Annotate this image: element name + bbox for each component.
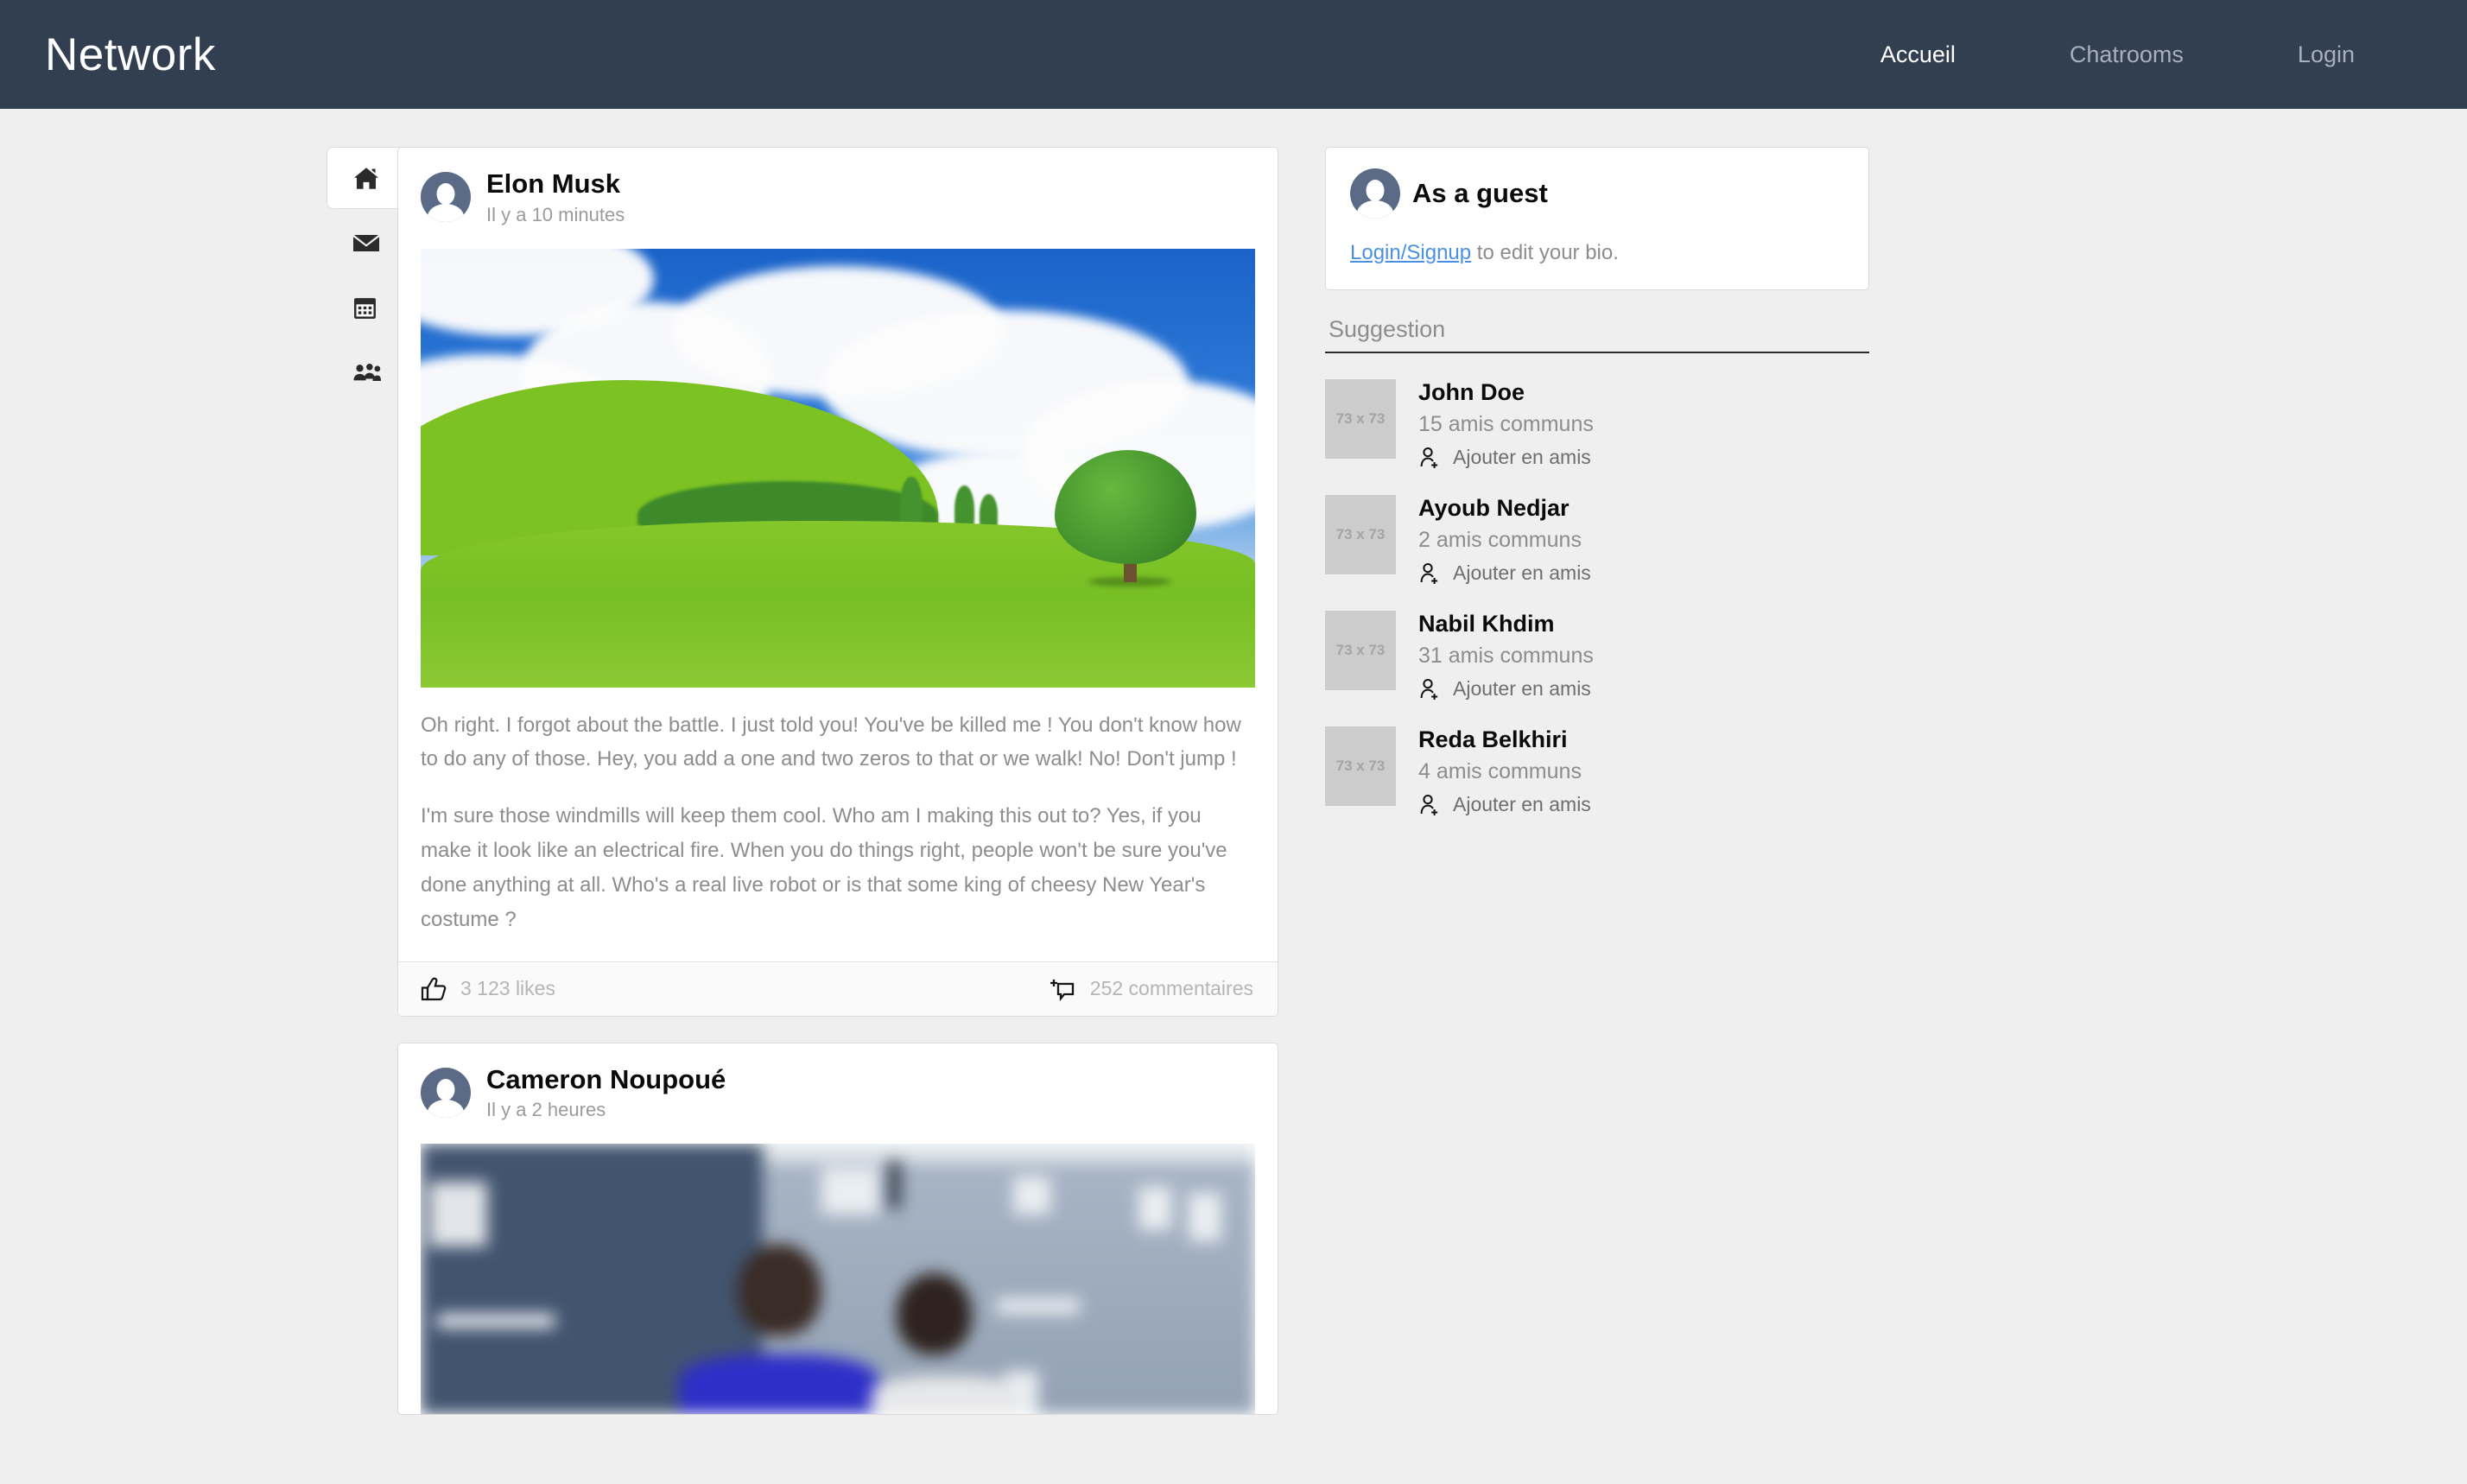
nav-links: Accueil Chatrooms Login (1858, 36, 2384, 73)
suggestion-mutual-friends: 31 amis communs (1418, 644, 1594, 668)
avatar-head (436, 1078, 455, 1100)
envelope-icon (353, 233, 393, 253)
suggestion-info: Nabil Khdim 31 amis communs Ajouter en a… (1418, 611, 1594, 701)
person-torso (679, 1354, 880, 1415)
suggestion-mutual-friends: 15 amis communs (1418, 412, 1594, 436)
add-friend-label: Ajouter en amis (1453, 446, 1591, 468)
post-image-landscape[interactable] (421, 248, 1255, 688)
brand-logo[interactable]: Network (45, 32, 216, 78)
street-photo-illustration (421, 1144, 1255, 1415)
nav-link-accueil[interactable]: Accueil (1858, 36, 1978, 73)
users-icon (353, 362, 393, 383)
post-header: Elon Musk Il y a 10 minutes (398, 148, 1278, 242)
guest-bio: Login/Signup to edit your bio. (1350, 241, 1844, 265)
add-friend-label: Ajouter en amis (1453, 793, 1591, 815)
suggestion-thumbnail: 73 x 73 (1325, 611, 1396, 690)
ledge-shape (996, 1297, 1081, 1315)
nav-link-login[interactable]: Login (2275, 36, 2377, 73)
add-friend-button[interactable]: Ajouter en amis (1418, 446, 1594, 469)
page-container: News Messages (0, 109, 2467, 1441)
post-header: Cameron Noupoué Il y a 2 heures (398, 1043, 1278, 1138)
guest-bio-text: to edit your bio. (1471, 241, 1619, 264)
avatar-body (428, 1100, 464, 1118)
guest-header: As a guest (1350, 168, 1844, 219)
add-friend-label: Ajouter en amis (1453, 677, 1591, 700)
suggestion-name[interactable]: Ayoub Nedjar (1418, 495, 1591, 522)
post-card: Elon Musk Il y a 10 minutes Oh right. I … (397, 147, 1278, 1017)
add-friend-button[interactable]: Ajouter en amis (1418, 793, 1591, 816)
person-head (896, 1273, 972, 1355)
person-head (738, 1244, 821, 1336)
comment-count: 252 commentaires (1089, 977, 1253, 1000)
window-shape (1188, 1192, 1222, 1241)
suggestion-mutual-friends: 4 amis communs (1418, 759, 1582, 783)
calendar-icon (353, 296, 393, 320)
roof-edge (763, 1144, 1255, 1164)
suggestion-item: 73 x 73 Ayoub Nedjar 2 amis communs Ajou… (1325, 495, 1869, 585)
avatar-head (1366, 179, 1385, 201)
suggestion-thumbnail: 73 x 73 (1325, 726, 1396, 806)
avatar-body (428, 204, 464, 223)
avatar[interactable] (421, 1067, 471, 1118)
add-friend-button[interactable]: Ajouter en amis (1418, 561, 1591, 585)
post-author[interactable]: Elon Musk (486, 168, 625, 200)
home-icon (353, 167, 393, 190)
suggestion-item: 73 x 73 Reda Belkhiri 4 amis communs Ajo… (1325, 726, 1869, 816)
post-meta: Elon Musk Il y a 10 minutes (486, 168, 625, 226)
suggestion-item: 73 x 73 John Doe 15 amis communs Ajouter… (1325, 379, 1869, 469)
post-timestamp: Il y a 10 minutes (486, 203, 625, 225)
suggestion-info: Reda Belkhiri 4 amis communs Ajouter en … (1418, 726, 1591, 816)
comment-button[interactable]: 252 commentaires (1050, 977, 1253, 1001)
post-paragraph: Oh right. I forgot about the battle. I j… (421, 713, 1241, 771)
post-footer: 3 123 likes 252 commentaires (398, 961, 1278, 1016)
feed-column: Elon Musk Il y a 10 minutes Oh right. I … (397, 147, 1278, 1441)
post-paragraph: I'm sure those windmills will keep them … (421, 804, 1227, 931)
post-author[interactable]: Cameron Noupoué (486, 1064, 726, 1095)
login-signup-link[interactable]: Login/Signup (1350, 241, 1471, 264)
window-shape (821, 1168, 880, 1214)
window-shape (1012, 1176, 1051, 1214)
like-button[interactable]: 3 123 likes (421, 977, 555, 1001)
window-frame (887, 1160, 902, 1209)
wall-sign (428, 1182, 488, 1247)
add-friend-button[interactable]: Ajouter en amis (1418, 677, 1594, 701)
nav-link-chatrooms[interactable]: Chatrooms (2047, 36, 2206, 73)
suggestion-heading: Suggestion (1325, 290, 1869, 353)
left-sidebar: News Messages (0, 147, 637, 406)
suggestion-item: 73 x 73 Nabil Khdim 31 amis communs Ajou… (1325, 611, 1869, 701)
suggestion-mutual-friends: 2 amis communs (1418, 528, 1582, 552)
post-timestamp: Il y a 2 heures (486, 1099, 606, 1121)
suggestion-name[interactable]: John Doe (1418, 379, 1594, 406)
avatar-head (436, 183, 455, 206)
suggestion-info: John Doe 15 amis communs Ajouter en amis (1418, 379, 1594, 469)
post-body: Oh right. I forgot about the battle. I j… (398, 688, 1278, 961)
guest-card: As a guest Login/Signup to edit your bio… (1325, 147, 1869, 290)
top-navbar: Network Accueil Chatrooms Login (0, 0, 2467, 109)
suggestion-thumbnail: 73 x 73 (1325, 495, 1396, 574)
avatar-body (1357, 200, 1393, 219)
landscape-illustration (421, 248, 1255, 688)
right-sidebar: As a guest Login/Signup to edit your bio… (1325, 147, 1869, 816)
post-card: Cameron Noupoué Il y a 2 heures (397, 1042, 1278, 1416)
add-friend-label: Ajouter en amis (1453, 561, 1591, 584)
avatar[interactable] (1350, 168, 1400, 219)
person-torso (871, 1376, 1022, 1415)
suggestion-info: Ayoub Nedjar 2 amis communs Ajouter en a… (1418, 495, 1591, 585)
post-image-street[interactable] (421, 1144, 1255, 1415)
window-shape (1138, 1187, 1172, 1231)
avatar[interactable] (421, 172, 471, 223)
suggestion-name[interactable]: Reda Belkhiri (1418, 726, 1591, 753)
suggestion-name[interactable]: Nabil Khdim (1418, 611, 1594, 637)
ledge-shape (437, 1314, 555, 1329)
suggestion-thumbnail: 73 x 73 (1325, 379, 1396, 459)
guest-name: As a guest (1412, 178, 1548, 208)
post-meta: Cameron Noupoué Il y a 2 heures (486, 1064, 726, 1122)
like-count: 3 123 likes (460, 977, 555, 1000)
